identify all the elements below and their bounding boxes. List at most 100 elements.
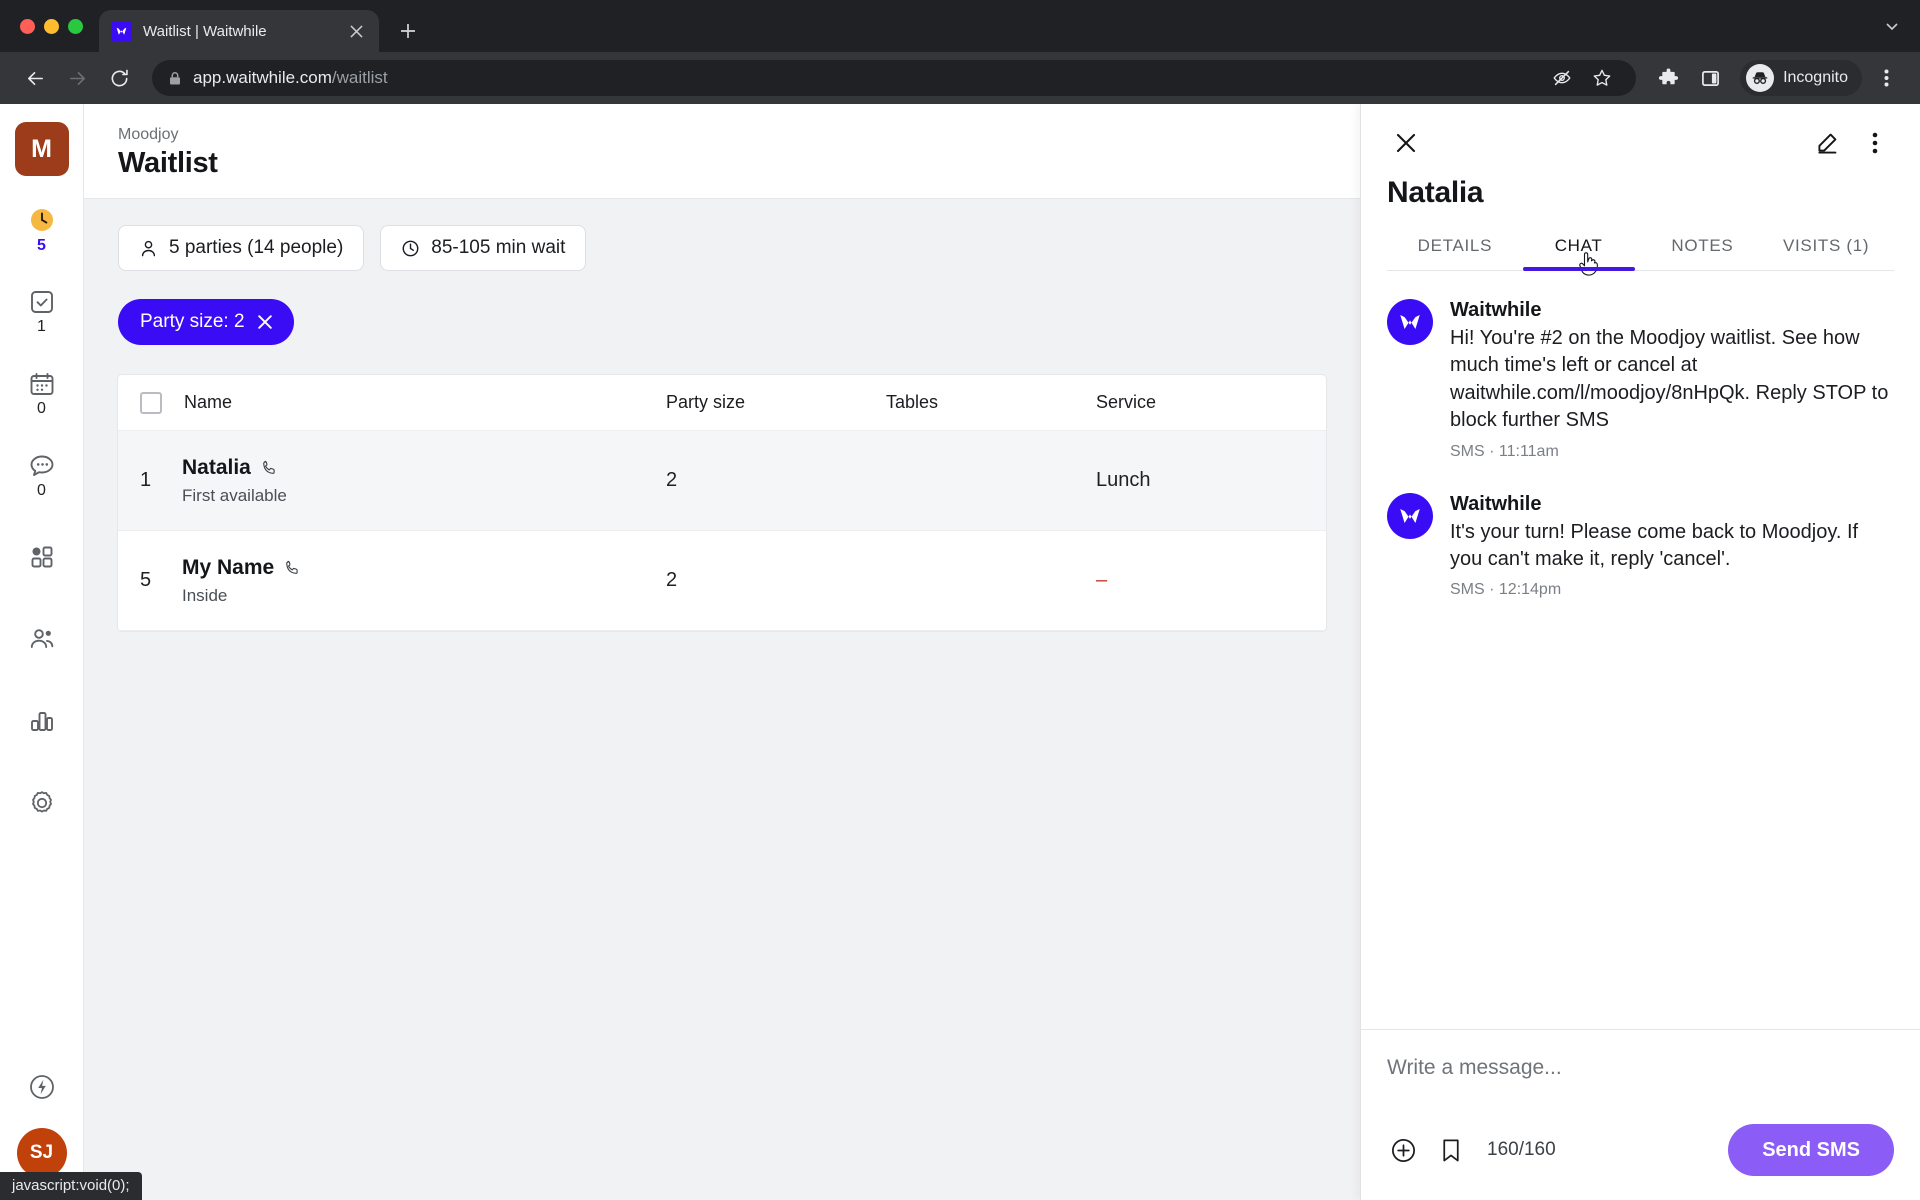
puzzle-icon[interactable]	[1650, 60, 1686, 96]
row-position: 5	[140, 569, 152, 591]
app-sidebar: M 5 1 0 0 SJ	[0, 104, 84, 1200]
three-dot-menu-icon[interactable]	[1856, 124, 1894, 162]
browser-toolbar-icons: Incognito	[1650, 60, 1904, 96]
avatar	[1746, 64, 1775, 92]
sidebar-item-bookings[interactable]: 0	[10, 366, 74, 420]
grid-icon	[28, 543, 56, 571]
column-header-service[interactable]: Service	[1096, 392, 1326, 413]
message-meta: SMS · 11:11am	[1450, 442, 1559, 460]
page-header: Moodjoy Waitlist	[84, 104, 1360, 199]
star-icon[interactable]	[1584, 60, 1620, 96]
sidebar-badge-messages: 0	[37, 481, 46, 499]
forward-arrow-icon	[58, 59, 96, 97]
tab-strip: Waitlist | Waitwhile	[0, 0, 1920, 52]
pencil-icon[interactable]	[1808, 124, 1846, 162]
tab-chat-label: CHAT	[1554, 236, 1603, 255]
page-title: Waitlist	[118, 147, 218, 179]
column-header-tables[interactable]: Tables	[886, 392, 1096, 413]
profile-incognito-button[interactable]: Incognito	[1740, 60, 1862, 96]
table-row[interactable]: 1 Natalia First available 2 Lunch	[118, 431, 1326, 531]
sidebar-item-apps[interactable]	[10, 530, 74, 584]
sidebar-item-settings[interactable]	[10, 776, 74, 830]
column-header-name[interactable]: Name	[162, 392, 666, 413]
row-service: –	[1096, 569, 1108, 591]
tab-details[interactable]: DETAILS	[1393, 236, 1517, 270]
table-row[interactable]: 5 My Name Inside 2 –	[118, 531, 1326, 631]
sidebar-badge-bookings: 0	[37, 399, 46, 417]
calendar-icon	[28, 370, 56, 398]
panel-tabs: DETAILS CHAT NOTES VISITS (1)	[1387, 236, 1894, 276]
chat-bubble-icon	[28, 452, 56, 480]
row-customer-sub: Inside	[182, 585, 228, 605]
tab-title: Waitlist | Waitwhile	[143, 22, 267, 40]
stat-chips: 5 parties (14 people) 85-105 min wait	[118, 225, 1326, 271]
chevron-down-icon[interactable]	[1884, 18, 1900, 34]
sidebar-item-analytics[interactable]	[10, 694, 74, 748]
message-sender: Waitwhile	[1450, 492, 1542, 515]
chat-message-list: Waitwhile Hi! You're #2 on the Moodjoy w…	[1361, 271, 1920, 1029]
tab-chat[interactable]: CHAT	[1517, 236, 1641, 276]
sidebar-item-customers[interactable]	[10, 612, 74, 666]
message-composer: Write a message... 160/160 Send SMS	[1361, 1029, 1920, 1200]
waitwhile-logo-icon	[111, 20, 132, 42]
sidebar-badge-served: 1	[37, 317, 46, 335]
phone-icon	[284, 559, 301, 576]
close-icon[interactable]	[257, 315, 272, 329]
message-text: Hi! You're #2 on the Moodjoy waitlist. S…	[1450, 327, 1889, 432]
chat-message: Waitwhile It's your turn! Please come ba…	[1387, 492, 1894, 600]
maximize-window-button[interactable]	[68, 18, 83, 34]
plus-circle-icon[interactable]	[1387, 1134, 1419, 1166]
people-icon	[28, 625, 56, 653]
three-dot-menu-icon[interactable]	[1868, 60, 1904, 96]
parties-stat-chip[interactable]: 5 parties (14 people)	[118, 225, 365, 271]
eye-off-icon[interactable]	[1544, 60, 1580, 96]
browser-tab[interactable]: Waitlist | Waitwhile	[99, 10, 379, 52]
sidebar-item-served[interactable]: 1	[10, 284, 74, 338]
new-tab-button[interactable]	[391, 14, 425, 48]
waitlist-body: 5 parties (14 people) 85-105 min wait Pa…	[84, 199, 1360, 1200]
tab-notes[interactable]: NOTES	[1641, 236, 1765, 270]
reload-icon[interactable]	[100, 59, 138, 97]
message-input[interactable]: Write a message...	[1387, 1056, 1894, 1124]
select-all-checkbox[interactable]	[140, 391, 162, 414]
lock-icon	[168, 71, 182, 86]
browser-toolbar: app.waitwhile.com/waitlist Incognito	[0, 52, 1920, 104]
column-header-party-size[interactable]: Party size	[666, 392, 886, 413]
clock-icon	[401, 239, 420, 258]
close-icon[interactable]	[345, 20, 367, 42]
person-icon	[139, 239, 158, 258]
tab-strip-right	[1884, 0, 1920, 52]
message-text: It's your turn! Please come back to Mood…	[1450, 520, 1859, 570]
user-avatar[interactable]: SJ	[16, 1128, 67, 1178]
row-position: 1	[140, 469, 152, 491]
main-content: Moodjoy Waitlist 5 parties (14 people) 8…	[84, 104, 1360, 1200]
check-square-icon	[28, 288, 56, 316]
bookmark-icon[interactable]	[1435, 1134, 1467, 1166]
address-bar[interactable]: app.waitwhile.com/waitlist	[152, 60, 1637, 96]
row-name-cell: Natalia First available	[182, 456, 666, 506]
lightning-bolt-icon[interactable]	[27, 1072, 57, 1102]
minimize-window-button[interactable]	[44, 18, 59, 34]
bar-chart-icon	[28, 707, 56, 735]
wait-time-stat-label: 85-105 min wait	[431, 237, 566, 258]
wait-time-stat-chip[interactable]: 85-105 min wait	[380, 225, 587, 271]
row-name-cell: My Name Inside	[182, 556, 666, 606]
sidebar-item-messages[interactable]: 0	[10, 448, 74, 502]
gear-icon	[27, 788, 57, 818]
side-panel-icon[interactable]	[1692, 60, 1728, 96]
filter-chip-party-size[interactable]: Party size: 2	[118, 299, 294, 345]
chat-message: Waitwhile Hi! You're #2 on the Moodjoy w…	[1387, 299, 1894, 461]
close-icon[interactable]	[1387, 124, 1425, 162]
profile-label: Incognito	[1783, 69, 1848, 86]
tab-visits[interactable]: VISITS (1)	[1764, 236, 1888, 270]
close-window-button[interactable]	[20, 18, 35, 34]
org-logo[interactable]: M	[14, 122, 69, 176]
breadcrumb[interactable]: Moodjoy	[118, 126, 1326, 144]
parties-stat-label: 5 parties (14 people)	[169, 237, 344, 258]
panel-toolbar	[1387, 124, 1894, 162]
row-service: Lunch	[1096, 469, 1151, 491]
back-arrow-icon[interactable]	[16, 59, 54, 97]
sidebar-item-waitlist[interactable]: 5	[10, 202, 74, 256]
panel-customer-name: Natalia	[1387, 176, 1484, 209]
send-sms-button[interactable]: Send SMS	[1728, 1124, 1894, 1176]
